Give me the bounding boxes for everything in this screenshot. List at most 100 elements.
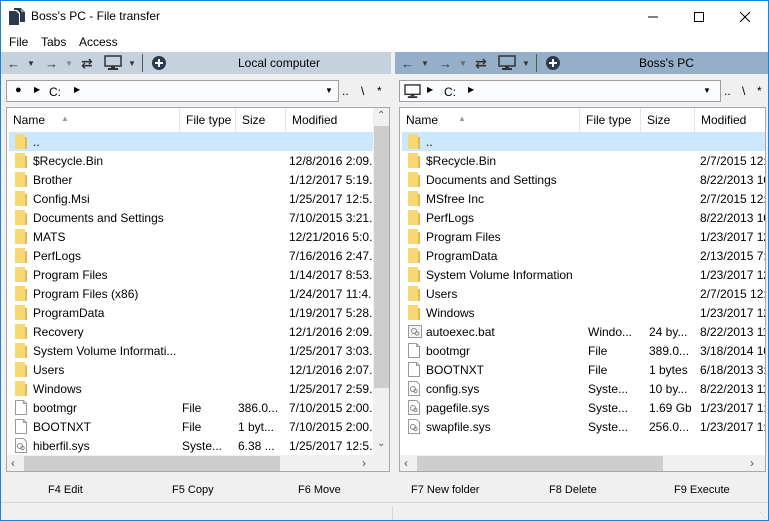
file-list-row[interactable]: Program Files 1/14/2017 8:53. — [9, 265, 375, 284]
file-list-row[interactable]: Documents and Settings 7/10/2015 3:21. — [9, 208, 375, 227]
maximize-button[interactable] — [676, 1, 722, 32]
scroll-up-icon[interactable]: ⌃ — [377, 110, 385, 121]
scroll-right-icon[interactable]: › — [362, 456, 366, 470]
file-list-row[interactable]: MSfree Inc 2/7/2015 12: — [402, 189, 765, 208]
file-list-row[interactable]: Recovery 12/1/2016 2:09. — [9, 322, 375, 341]
parent-folder-button[interactable]: .. — [724, 84, 731, 98]
file-list-row[interactable]: Program Files 1/23/2017 12 — [402, 227, 765, 246]
menu-file[interactable]: File — [9, 35, 28, 49]
file-list-row[interactable]: ProgramData 1/19/2017 5:28. — [9, 303, 375, 322]
back-history-dropdown-icon[interactable]: ▼ — [27, 55, 35, 71]
folder-icon — [408, 248, 420, 263]
file-list-row[interactable]: autoexec.bat Windo... 24 by... 8/22/2013 11 — [402, 322, 765, 341]
column-header-file-type[interactable]: File type — [180, 108, 236, 132]
f5-copy-button[interactable]: F5 Copy — [172, 484, 214, 496]
back-arrow-icon[interactable]: ← — [401, 55, 414, 71]
computer-dropdown-icon[interactable]: ▼ — [522, 55, 530, 71]
menu-access[interactable]: Access — [79, 35, 118, 49]
right-path-bar[interactable]: ▶ C: ▶ ▼ — [399, 80, 721, 102]
path-segment[interactable]: C: — [444, 85, 456, 99]
file-list-row[interactable]: $Recycle.Bin 12/8/2016 2:09. — [9, 151, 375, 170]
scroll-left-icon[interactable]: ‹ — [404, 456, 408, 470]
horizontal-scrollbar[interactable]: ‹ › — [7, 455, 389, 471]
file-list-row[interactable]: bootmgr File 389.0... 3/18/2014 10 — [402, 341, 765, 360]
root-folder-button[interactable]: \ — [361, 84, 364, 98]
close-button[interactable] — [722, 1, 768, 32]
file-list-row[interactable]: .. — [402, 132, 765, 151]
left-path-bar[interactable]: ● ▶ C: ▶ ▼ — [6, 80, 339, 102]
file-list-row[interactable]: Config.Msi 1/25/2017 12:5. — [9, 189, 375, 208]
file-list-row[interactable]: ProgramData 2/13/2015 7: — [402, 246, 765, 265]
column-header-modified[interactable]: Modified — [695, 108, 765, 132]
column-header-modified[interactable]: Modified — [286, 108, 374, 132]
file-list-row[interactable]: PerfLogs 7/16/2016 2:47. — [9, 246, 375, 265]
path-separator-icon[interactable]: ▶ — [74, 85, 80, 94]
file-list-row[interactable]: Windows 1/25/2017 2:59. — [9, 379, 375, 398]
vertical-scroll-thumb[interactable] — [374, 126, 389, 388]
forward-history-dropdown-icon[interactable]: ▼ — [459, 55, 467, 71]
computer-icon[interactable] — [498, 55, 516, 71]
refresh-icon[interactable]: ⇄ — [81, 55, 93, 71]
forward-history-dropdown-icon[interactable]: ▼ — [65, 55, 73, 71]
file-list-row[interactable]: BOOTNXT File 1 byt... 7/10/2015 2:00. — [9, 417, 375, 436]
file-list-row[interactable]: MATS 12/21/2016 5:0. — [9, 227, 375, 246]
horizontal-scroll-thumb[interactable] — [24, 456, 280, 471]
column-header-name[interactable]: Name ▲ — [400, 108, 580, 132]
file-list-row[interactable]: Users 12/1/2016 2:07. — [9, 360, 375, 379]
path-separator-icon[interactable]: ▶ — [468, 85, 474, 94]
column-header-size[interactable]: Size — [236, 108, 286, 132]
status-bar: ⋱ — [1, 502, 768, 520]
f8-delete-button[interactable]: F8 Delete — [549, 484, 597, 496]
f4-edit-button[interactable]: F4 Edit — [48, 484, 83, 496]
add-tab-icon[interactable] — [545, 55, 561, 71]
root-folder-button[interactable]: \ — [742, 84, 745, 98]
f9-execute-button[interactable]: F9 Execute — [674, 484, 730, 496]
scroll-down-icon[interactable]: ⌄ — [377, 438, 385, 449]
file-list-row[interactable]: Users 2/7/2015 12: — [402, 284, 765, 303]
scroll-right-icon[interactable]: › — [750, 456, 754, 470]
path-segment[interactable]: C: — [49, 85, 61, 99]
file-list-row[interactable]: Program Files (x86) 1/24/2017 11:4. — [9, 284, 375, 303]
file-list-row[interactable]: Documents and Settings 8/22/2013 10 — [402, 170, 765, 189]
file-list-row[interactable]: BOOTNXT File 1 bytes 6/18/2013 3: — [402, 360, 765, 379]
file-list-row[interactable]: hiberfil.sys Syste... 6.38 ... 1/25/2017 12… — [9, 436, 375, 455]
minimize-button[interactable] — [630, 1, 676, 32]
refresh-icon[interactable]: ⇄ — [475, 55, 487, 71]
menu-tabs[interactable]: Tabs — [41, 35, 66, 49]
path-dropdown-icon[interactable]: ▼ — [325, 86, 333, 95]
horizontal-scrollbar[interactable]: ‹ › — [400, 455, 765, 471]
file-name: $Recycle.Bin — [426, 154, 497, 168]
column-header-file-type[interactable]: File type — [580, 108, 641, 132]
resize-grip-icon[interactable]: ⋱ — [759, 511, 766, 519]
back-history-dropdown-icon[interactable]: ▼ — [421, 55, 429, 71]
file-list-row[interactable]: .. — [9, 132, 375, 151]
column-header-name[interactable]: Name ▲ — [7, 108, 180, 132]
file-list-row[interactable]: config.sys Syste... 10 by... 8/22/2013 11 — [402, 379, 765, 398]
file-list-row[interactable]: pagefile.sys Syste... 1.69 Gb 1/23/2017 1: — [402, 398, 765, 417]
file-list-row[interactable]: $Recycle.Bin 2/7/2015 12: — [402, 151, 765, 170]
vertical-scrollbar[interactable]: ⌃ ⌄ — [373, 108, 389, 455]
f6-move-button[interactable]: F6 Move — [298, 484, 341, 496]
file-list-row[interactable]: PerfLogs 8/22/2013 10 — [402, 208, 765, 227]
f7-new-folder-button[interactable]: F7 New folder — [411, 484, 479, 496]
folder-icon — [15, 229, 27, 244]
add-tab-icon[interactable] — [151, 55, 167, 71]
forward-arrow-icon[interactable]: → — [45, 55, 58, 71]
filter-button[interactable]: * — [377, 84, 382, 98]
column-header-size[interactable]: Size — [641, 108, 695, 132]
file-list-row[interactable]: System Volume Informati... 1/25/2017 3:03… — [9, 341, 375, 360]
file-list-row[interactable]: Brother 1/12/2017 5:19. — [9, 170, 375, 189]
scroll-left-icon[interactable]: ‹ — [11, 456, 15, 470]
path-dropdown-icon[interactable]: ▼ — [703, 86, 711, 95]
computer-icon[interactable] — [104, 55, 122, 71]
file-list-row[interactable]: bootmgr File 386.0... 7/10/2015 2:00. — [9, 398, 375, 417]
horizontal-scroll-thumb[interactable] — [417, 456, 663, 471]
parent-folder-button[interactable]: .. — [342, 84, 349, 98]
computer-dropdown-icon[interactable]: ▼ — [128, 55, 136, 71]
file-list-row[interactable]: System Volume Information 1/23/2017 12 — [402, 265, 765, 284]
forward-arrow-icon[interactable]: → — [439, 55, 452, 71]
back-arrow-icon[interactable]: ← — [7, 55, 20, 71]
file-list-row[interactable]: Windows 1/23/2017 12 — [402, 303, 765, 322]
file-list-row[interactable]: swapfile.sys Syste... 256.0... 1/23/2017 1: — [402, 417, 765, 436]
filter-button[interactable]: * — [757, 84, 762, 98]
